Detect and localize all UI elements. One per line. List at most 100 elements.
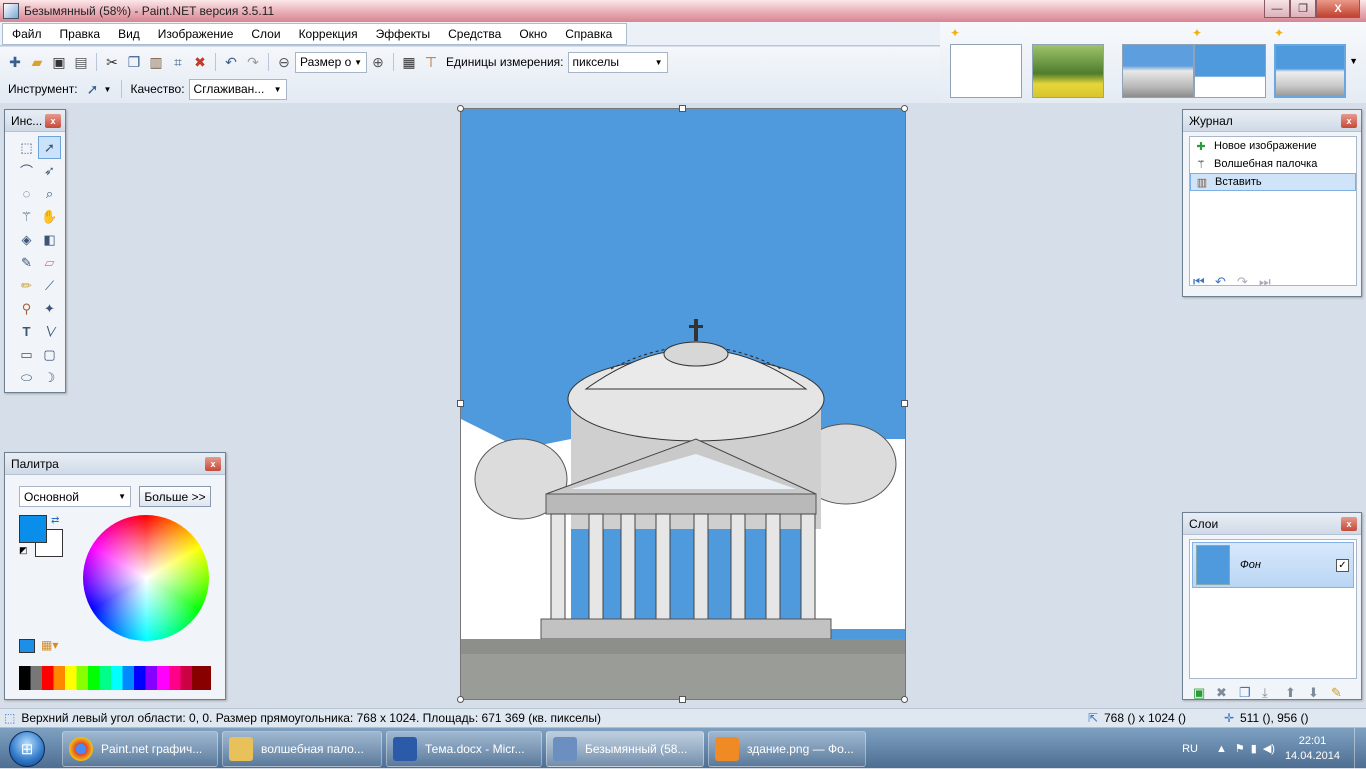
image-thumb-5-active[interactable] (1274, 44, 1346, 98)
menu-view[interactable]: Вид (109, 27, 149, 41)
layer-visibility-checkbox[interactable]: ✓ (1336, 558, 1349, 572)
quality-combo[interactable]: Сглаживан... ▼ (188, 78, 287, 100)
start-button[interactable]: ⊞ (3, 729, 51, 768)
language-indicator[interactable]: RU (1182, 743, 1198, 755)
deselect-icon[interactable]: ✖ (191, 53, 209, 71)
palette-menu-icon[interactable]: ▦▾ (41, 638, 58, 652)
clone-stamp-icon[interactable]: ⚲ (15, 297, 38, 320)
close-icon[interactable]: x (45, 113, 61, 128)
flag-icon[interactable]: ⚑ (1235, 742, 1245, 755)
task-folder[interactable]: волшебная пало... (222, 731, 382, 767)
swap-colors-icon[interactable]: ⇄ (51, 515, 59, 526)
close-button[interactable]: X (1316, 0, 1360, 18)
history-item-paste[interactable]: ▥ Вставить (1190, 173, 1356, 191)
zoom-out-icon[interactable]: ⊖ (275, 53, 293, 71)
chevron-down-icon[interactable]: ▼ (1349, 56, 1358, 66)
reset-colors-icon[interactable]: ◩ (19, 545, 28, 556)
ellipse-select-icon[interactable]: ◌ (15, 182, 38, 205)
network-icon[interactable]: ▮ (1251, 742, 1257, 755)
volume-icon[interactable]: ◀) (1263, 742, 1275, 755)
text-icon[interactable]: T (15, 320, 38, 343)
history-first-icon[interactable]: ⏮ (1193, 274, 1215, 290)
rounded-rectangle-icon[interactable]: ▢ (38, 343, 61, 366)
selection-handle-br[interactable] (901, 696, 908, 703)
paste-icon[interactable]: ▥ (147, 53, 165, 71)
primary-color-swatch[interactable] (19, 515, 47, 543)
move-layer-up-icon[interactable]: ⬆ (1285, 685, 1308, 701)
selection-handle-r[interactable] (901, 400, 908, 407)
task-word[interactable]: Тема.docx - Micr... (386, 731, 542, 767)
color-wheel[interactable] (83, 515, 209, 641)
image-thumb-2[interactable] (1032, 44, 1104, 98)
gradient-icon[interactable]: ◧ (38, 228, 61, 251)
image-thumb-3[interactable] (1122, 44, 1194, 98)
selection-handle-t[interactable] (679, 105, 686, 112)
move-selected-icon[interactable]: ➶ (38, 159, 61, 182)
units-combo[interactable]: пикселы ▼ (567, 51, 668, 73)
task-paint-net[interactable]: Безымянный (58... (546, 731, 704, 767)
layer-properties-icon[interactable]: ✎ (1331, 685, 1354, 701)
magic-wand-icon[interactable]: ⚚ (15, 205, 38, 228)
menu-adjustments[interactable]: Коррекция (290, 27, 367, 41)
line-curve-icon[interactable]: ∖∕ (38, 320, 61, 343)
rulers-icon[interactable]: ⊤ (422, 53, 440, 71)
menu-image[interactable]: Изображение (149, 27, 243, 41)
selection-handle-b[interactable] (679, 696, 686, 703)
minimize-button[interactable]: — (1264, 0, 1290, 18)
rectangle-icon[interactable]: ▭ (15, 343, 38, 366)
redo-icon[interactable]: ↷ (244, 53, 262, 71)
selection-handle-tr[interactable] (901, 105, 908, 112)
close-icon[interactable]: x (205, 456, 221, 471)
undo-icon[interactable]: ↶ (1215, 274, 1237, 290)
new-image-icon[interactable]: ✚ (6, 53, 24, 71)
move-selection-icon[interactable]: ➚ (38, 136, 61, 159)
image-thumb-1[interactable] (950, 44, 1022, 98)
layer-item-background[interactable]: Фон ✓ (1192, 542, 1354, 588)
open-icon[interactable]: ▰ (28, 53, 46, 71)
eraser-icon[interactable]: ▱ (38, 251, 61, 274)
paint-bucket-icon[interactable]: ◈ (15, 228, 38, 251)
show-desktop-button[interactable] (1354, 728, 1366, 769)
menu-layers[interactable]: Слои (242, 27, 289, 41)
print-icon[interactable]: ▤ (72, 53, 90, 71)
freeform-shape-icon[interactable]: ☽ (38, 366, 61, 389)
selection-handle-tl[interactable] (457, 105, 464, 112)
menu-tools[interactable]: Средства (439, 27, 510, 41)
redo-icon[interactable]: ↷ (1237, 274, 1259, 290)
close-icon[interactable]: x (1341, 516, 1357, 531)
zoom-combo[interactable]: Размер о ▼ (295, 51, 367, 73)
history-last-icon[interactable]: ⏭ (1259, 274, 1281, 290)
merge-layer-down-icon[interactable]: ⤓ (1262, 685, 1285, 701)
pan-icon[interactable]: ✋ (38, 205, 61, 228)
delete-layer-icon[interactable]: ✖ (1216, 685, 1239, 701)
maximize-button[interactable]: ❐ (1290, 0, 1316, 18)
zoom-icon[interactable]: ⌕ (38, 182, 61, 205)
selection-handle-l[interactable] (457, 400, 464, 407)
save-icon[interactable]: ▣ (50, 53, 68, 71)
palette-mode-combo[interactable]: Основной ▼ (19, 486, 131, 507)
grid-icon[interactable]: ▦ (400, 53, 418, 71)
selection-handle-bl[interactable] (457, 696, 464, 703)
tray-expand-icon[interactable]: ▲ (1216, 743, 1227, 755)
move-layer-down-icon[interactable]: ⬇ (1308, 685, 1331, 701)
undo-icon[interactable]: ↶ (222, 53, 240, 71)
more-button[interactable]: Больше >> (139, 486, 211, 507)
pencil-icon[interactable]: ✏ (15, 274, 38, 297)
menu-window[interactable]: Окно (510, 27, 556, 41)
task-chrome[interactable]: Paint.net графич... (62, 731, 218, 767)
clock[interactable]: 22:01 14.04.2014 (1285, 734, 1340, 764)
rectangle-select-icon[interactable]: ⬚ (15, 136, 38, 159)
menu-help[interactable]: Справка (556, 27, 621, 41)
move-selection-icon[interactable]: ➚ (84, 80, 102, 98)
ellipse-icon[interactable]: ⬭ (15, 366, 38, 389)
paintbrush-icon[interactable]: ✎ (15, 251, 38, 274)
menu-edit[interactable]: Правка (51, 27, 110, 41)
menu-file[interactable]: Файл (3, 27, 51, 41)
task-photos[interactable]: здание.png — Фо... (708, 731, 866, 767)
lasso-select-icon[interactable]: ⌒ (15, 159, 38, 182)
image-canvas[interactable] (460, 108, 906, 700)
add-layer-icon[interactable]: ▣ (1193, 685, 1216, 701)
recolor-icon[interactable]: ✦ (38, 297, 61, 320)
close-icon[interactable]: x (1341, 113, 1357, 128)
add-color-icon[interactable] (19, 639, 35, 653)
